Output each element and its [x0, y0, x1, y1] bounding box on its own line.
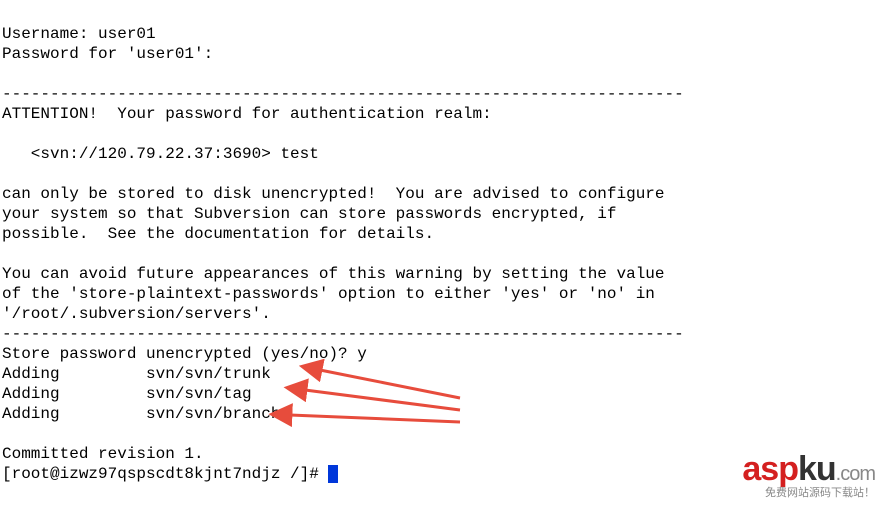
divider: ----------------------------------------…: [2, 85, 684, 103]
watermark-logo: aspku.com: [742, 452, 875, 486]
committed-line: Committed revision 1.: [2, 445, 204, 463]
shell-prompt: [root@izwz97qspscdt8kjnt7ndjz /]#: [2, 465, 328, 483]
adding-line-tag: Adding svn/svn/tag: [2, 385, 252, 403]
attention-line: ATTENTION! Your password for authenticat…: [2, 105, 492, 123]
username-value: user01: [98, 25, 156, 43]
warning-line: can only be stored to disk unencrypted! …: [2, 185, 665, 203]
store-answer[interactable]: y: [357, 345, 367, 363]
adding-line-branch: Adding svn/svn/branch: [2, 405, 280, 423]
warning-line: your system so that Subversion can store…: [2, 205, 617, 223]
terminal-output: Username: user01 Password for 'user01': …: [0, 0, 883, 488]
warning-line: possible. See the documentation for deta…: [2, 225, 434, 243]
divider: ----------------------------------------…: [2, 325, 684, 343]
username-label: Username:: [2, 25, 98, 43]
terminal-cursor[interactable]: [328, 465, 338, 483]
adding-line-trunk: Adding svn/svn/trunk: [2, 365, 271, 383]
watermark: aspku.com 免费网站源码下载站！: [742, 452, 875, 499]
avoid-line: of the 'store-plaintext-passwords' optio…: [2, 285, 655, 303]
svn-realm: <svn://120.79.22.37:3690> test: [2, 145, 319, 163]
watermark-domain: .com: [836, 463, 875, 485]
watermark-brand-black: ku: [798, 450, 836, 488]
password-prompt: Password for 'user01':: [2, 45, 213, 63]
avoid-line: '/root/.subversion/servers'.: [2, 305, 271, 323]
watermark-tagline: 免费网站源码下载站！: [742, 488, 875, 499]
watermark-brand-red: asp: [742, 450, 798, 488]
avoid-line: You can avoid future appearances of this…: [2, 265, 665, 283]
store-prompt: Store password unencrypted (yes/no)?: [2, 345, 357, 363]
